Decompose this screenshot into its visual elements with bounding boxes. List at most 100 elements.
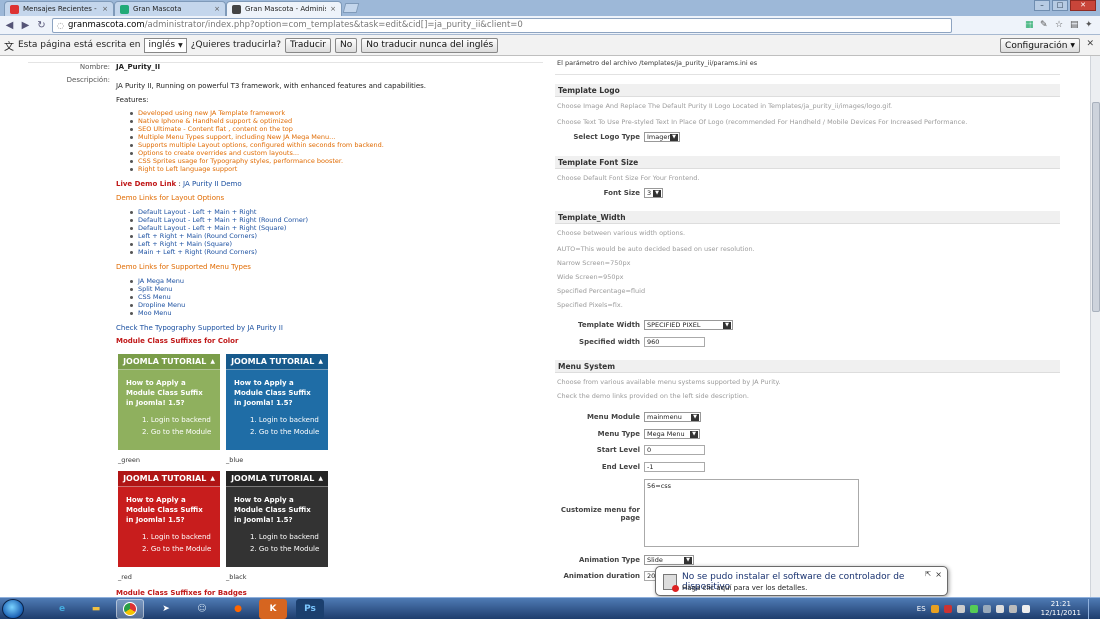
translate-icon[interactable]: ✎ (1040, 20, 1049, 30)
show-desktop-button[interactable] (1088, 598, 1096, 619)
tray-app-icon[interactable] (969, 605, 978, 613)
tray-warning-icon[interactable] (943, 605, 952, 613)
collapse-arrow-icon[interactable]: ▲ (318, 358, 323, 365)
logo-type-select[interactable]: Imagen ▼ (644, 132, 680, 142)
address-bar[interactable]: ◌ granmascota.com/administrator/index.ph… (52, 17, 952, 33)
module-step: 2. Go to the Module (250, 428, 320, 436)
page-menu-icon[interactable]: ▤ (1070, 20, 1079, 30)
tray-app-icon[interactable] (1021, 605, 1030, 613)
end-level-input[interactable]: -1 (644, 462, 705, 472)
template-width-select[interactable]: SPECIFIED PIXEL ▼ (644, 320, 733, 330)
tray-app-icon[interactable] (995, 605, 1004, 613)
notification-detail[interactable]: Haga clic aquí para ver los detalles. (682, 584, 807, 592)
menu-module-select[interactable]: mainmenu ▼ (644, 412, 701, 422)
section-template-width: Template_Width (555, 211, 1060, 224)
animation-type-select[interactable]: Slide ▼ (644, 555, 694, 565)
forward-icon[interactable]: ▶ (20, 20, 31, 31)
logo-desc: Choose Image And Replace The Default Pur… (557, 102, 893, 110)
no-translate-button[interactable]: No (335, 37, 358, 53)
menu-link[interactable]: JA Mega Menu (128, 277, 185, 285)
tab-gran-mascota-admin[interactable]: Gran Mascota - Administra × (226, 1, 342, 16)
start-level-input[interactable]: 0 (644, 445, 705, 455)
photoshop-icon[interactable]: Ps (296, 599, 324, 619)
menu-link[interactable]: Dropline Menu (128, 301, 185, 309)
description-label: Descripción: (66, 76, 110, 84)
menu-link[interactable]: Split Menu (128, 285, 185, 293)
collapse-arrow-icon[interactable]: ▲ (318, 475, 323, 482)
messenger-icon[interactable]: ☺ (188, 599, 216, 619)
customize-menu-textarea[interactable]: 56=css (644, 479, 859, 547)
menu-type-select[interactable]: Mega Menu ▼ (644, 429, 700, 439)
windows-taskbar: e ▬ ➤ ☺ ● K Ps ES 21:21 12/11/2011 (0, 597, 1100, 619)
explorer-folder-icon[interactable]: ▬ (82, 599, 110, 619)
maximize-icon[interactable]: □ (1052, 0, 1068, 11)
close-window-icon[interactable]: ✕ (1070, 0, 1096, 11)
list-item: Supports multiple Layout options, config… (128, 141, 384, 149)
collapse-arrow-icon[interactable]: ▲ (210, 475, 215, 482)
never-translate-button[interactable]: No traducir nunca del inglés (361, 37, 499, 53)
tab-close-icon[interactable]: × (330, 5, 336, 13)
list-item: Options to create overrides and custom l… (128, 149, 384, 157)
firefox-icon[interactable]: ● (224, 599, 252, 619)
translate-config-button[interactable]: Configuración ▼ (1000, 38, 1080, 53)
specified-width-input[interactable]: 960 (644, 337, 705, 347)
module-step: 1. Login to backend (142, 533, 211, 541)
menu-link[interactable]: CSS Menu (128, 293, 185, 301)
section-template-logo: Template Logo (555, 84, 1060, 97)
module-label: _green (118, 456, 141, 464)
tab-mensajes[interactable]: Mensajes Recientes - web-c × (4, 1, 114, 16)
layout-link[interactable]: Left + Right + Main (Square) (128, 240, 308, 248)
vertical-scrollbar[interactable] (1090, 56, 1100, 597)
new-tab-button[interactable] (342, 3, 360, 13)
driver-notification[interactable]: No se pudo instalar el software de contr… (655, 566, 948, 596)
tab-close-icon[interactable]: × (102, 5, 108, 13)
bookmark-star-icon[interactable]: ☆ (1055, 20, 1064, 30)
pin-icon[interactable]: ⇱ (925, 570, 931, 578)
module-blue: JOOMLA TUTORIAL ▲ How to Apply a Module C… (226, 354, 328, 450)
font-size-select[interactable]: 3 ▼ (644, 188, 663, 198)
tray-app-icon[interactable] (930, 605, 939, 613)
menu-link[interactable]: Moo Menu (128, 309, 185, 317)
collapse-arrow-icon[interactable]: ▲ (210, 358, 215, 365)
back-icon[interactable]: ◀ (4, 20, 15, 31)
layout-link[interactable]: Left + Right + Main (Round Corners) (128, 232, 308, 240)
menu-module-value: mainmenu (647, 413, 682, 421)
close-translate-icon[interactable]: ✕ (1086, 39, 1094, 49)
tray-app-icon[interactable] (982, 605, 991, 613)
font-desc: Choose Default Font Size For Your Fronte… (557, 174, 700, 182)
layout-link[interactable]: Default Layout - Left + Main + Right (128, 208, 308, 216)
browser-tab-strip: Mensajes Recientes - web-c × Gran Mascot… (0, 0, 1100, 16)
chrome-icon[interactable] (116, 599, 144, 619)
module-red: JOOMLA TUTORIAL ▲ How to Apply a Module C… (118, 471, 220, 567)
device-warning-icon (663, 574, 679, 592)
clock[interactable]: 21:21 12/11/2011 (1041, 600, 1081, 618)
page-icon: ◌ (57, 20, 64, 30)
live-demo-link[interactable]: JA Purity II Demo (183, 180, 242, 188)
ie-icon[interactable]: e (48, 599, 76, 619)
tab-gran-mascota[interactable]: Gran Mascota × (114, 1, 226, 16)
minimize-icon[interactable]: – (1034, 0, 1050, 11)
color-suffix-heading: Module Class Suffixes for Color (116, 337, 239, 345)
language-indicator[interactable]: ES (917, 605, 926, 613)
app-k-icon[interactable]: K (259, 599, 287, 619)
extension-icon[interactable]: ▦ (1025, 20, 1034, 30)
chevron-down-icon: ▼ (653, 190, 661, 197)
volume-icon[interactable] (1008, 605, 1017, 613)
tray-network-icon[interactable] (956, 605, 965, 613)
reload-icon[interactable]: ↻ (36, 20, 47, 31)
notification-close-icon[interactable]: × (935, 570, 942, 579)
layout-link[interactable]: Default Layout - Left + Main + Right (Ro… (128, 216, 308, 224)
translate-button[interactable]: Traducir (285, 37, 332, 53)
start-button[interactable] (2, 599, 24, 619)
scrollbar-thumb[interactable] (1092, 102, 1100, 312)
layout-link[interactable]: Main + Left + Right (Round Corners) (128, 248, 308, 256)
logo-desc: Choose Text To Use Pre-styled Text In Pl… (557, 118, 968, 126)
wrench-icon[interactable]: ✦ (1085, 20, 1094, 30)
module-label: _blue (226, 456, 244, 464)
menu-type-label: Menu Type (597, 430, 640, 438)
typography-link[interactable]: Check The Typography Supported by JA Pur… (116, 324, 283, 332)
tab-close-icon[interactable]: × (214, 5, 220, 13)
app-arrow-icon[interactable]: ➤ (152, 599, 180, 619)
layout-link[interactable]: Default Layout - Left + Main + Right (Sq… (128, 224, 308, 232)
language-select[interactable]: inglés ▼ (144, 37, 187, 53)
